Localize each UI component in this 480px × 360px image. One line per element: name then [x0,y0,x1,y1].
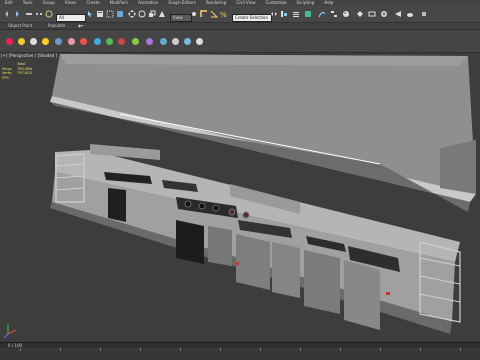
render-cloud-icon[interactable] [406,10,414,18]
link-icon[interactable] [25,10,33,18]
window-crossing-icon[interactable] [116,10,124,18]
percent-snap-icon[interactable]: % [220,10,228,18]
sphere-tool-icon[interactable] [196,38,203,45]
ribbon-tabs: Object Paint Populate ◆▾ [0,23,480,30]
track-bar[interactable] [0,348,480,360]
named-selection-sets-dropdown[interactable]: Create Selection Se [232,14,272,26]
curve-editor-icon[interactable] [318,10,326,18]
render-setup-icon[interactable] [356,10,364,18]
yellow-tool-icon[interactable] [18,38,25,45]
perspective-viewport[interactable] [0,52,480,342]
track-tick [460,348,461,351]
ring-tool-icon[interactable] [160,38,167,45]
tab-object-paint[interactable]: Object Paint [8,23,32,29]
undo-icon[interactable] [3,10,11,18]
rectangular-selection-icon[interactable] [106,10,114,18]
scale-icon[interactable] [148,10,156,18]
leaf-tool-icon[interactable] [132,38,139,45]
extra-tool-icon[interactable] [420,10,428,18]
green-tool-icon[interactable] [106,38,113,45]
track-tick [300,348,301,351]
render-production-icon[interactable] [380,10,388,18]
pivot-icon[interactable] [190,10,198,18]
select-place-icon[interactable] [158,10,166,18]
angle-snap-icon[interactable] [210,10,218,18]
main-toolbar: All View % Create Selection Se [0,6,480,26]
track-tick [220,348,221,351]
render-iterative-icon[interactable] [394,10,402,18]
reference-coordinate-dropdown[interactable]: View [170,14,192,22]
orange-tool-icon[interactable] [80,38,87,45]
layer-manager-icon[interactable] [292,10,300,18]
schematic-view-icon[interactable] [330,10,338,18]
align-icon[interactable] [280,10,288,18]
ribbon-options-icon[interactable]: ◆▾ [78,23,83,29]
tab-populate[interactable]: Populate [48,23,65,29]
snaps-toggle-icon[interactable] [200,10,208,18]
viewport-statistics: Total Polys: 785,986 Verts: 797,620 FPS: [2,62,32,80]
material-editor-icon[interactable] [342,10,350,18]
scene-explorer-icon[interactable] [304,10,312,18]
pink-tool-icon[interactable] [68,38,75,45]
verts-value: 797,620 [17,71,32,75]
unlink-icon[interactable] [35,10,43,18]
bind-space-warp-icon[interactable] [45,10,53,18]
selection-filter-dropdown[interactable]: All [56,14,86,22]
rendered-frame-window-icon[interactable] [368,10,376,18]
blue-tool-icon[interactable] [55,38,62,45]
track-tick [260,348,261,351]
magnet-tool-icon[interactable] [118,38,125,45]
track-tick [60,348,61,351]
red-tool-icon[interactable] [6,38,13,45]
axis-gizmo-icon [3,324,17,339]
scene-render [3,54,476,339]
cyan-tool-icon[interactable] [94,38,101,45]
grey-tool-icon[interactable] [172,38,179,45]
track-tick [340,348,341,351]
fps-label: FPS: [2,75,10,80]
track-tick [100,348,101,351]
mirror-icon[interactable] [270,10,278,18]
command-toolbar [0,30,480,53]
move-icon[interactable] [128,10,136,18]
track-tick [180,348,181,351]
track-tick [380,348,381,351]
viewport-label[interactable]: [+] [Perspective ] [Shaded ] [0,53,57,59]
rotate-icon[interactable] [138,10,146,18]
track-tick [140,348,141,351]
purple-tool-icon[interactable] [146,38,153,45]
svg-text:%: % [220,11,227,18]
select-by-name-icon[interactable] [96,10,104,18]
track-tick [20,348,21,351]
redo-icon[interactable] [13,10,21,18]
select-object-icon[interactable] [86,10,94,18]
white-tool-icon[interactable] [30,38,37,45]
sun-tool-icon[interactable] [42,38,49,45]
track-tick [420,348,421,351]
light-blue-tool-icon[interactable] [184,38,191,45]
